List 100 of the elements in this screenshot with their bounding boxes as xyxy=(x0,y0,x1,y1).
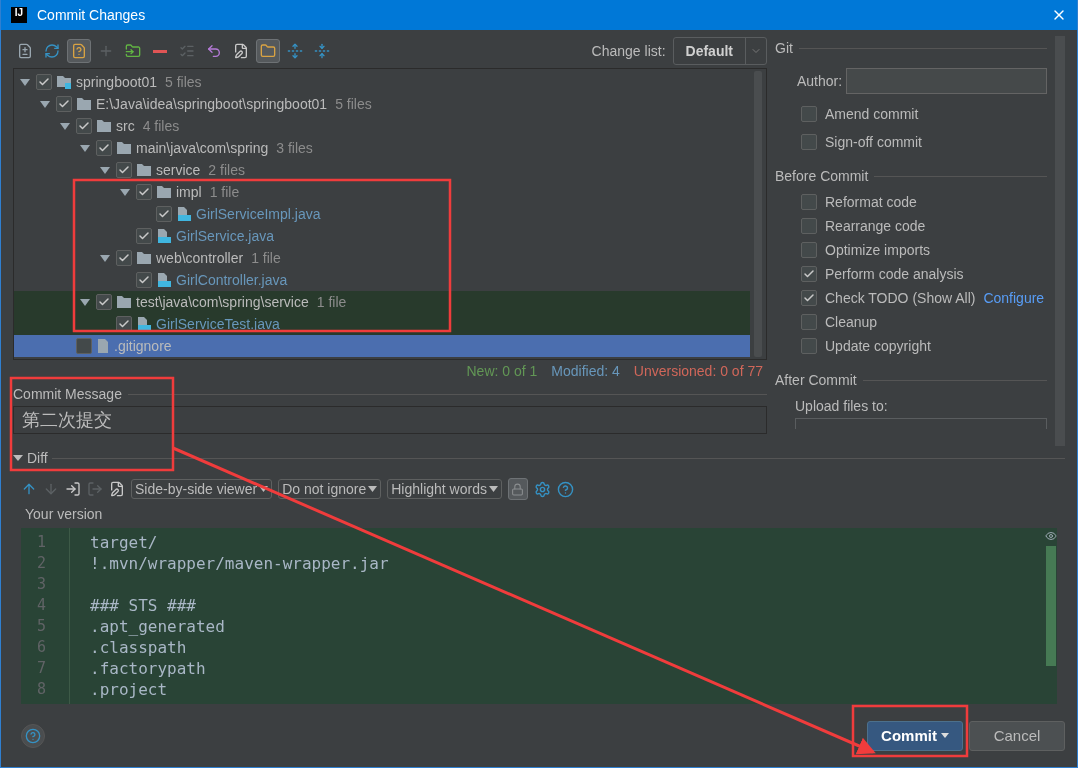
check-icon xyxy=(118,318,130,330)
checkbox[interactable] xyxy=(801,290,817,306)
folder-name: service xyxy=(156,162,201,178)
tree-row[interactable]: GirlService.java xyxy=(14,225,750,247)
folder-name: impl xyxy=(176,184,202,200)
tree-row[interactable]: GirlServiceTest.java xyxy=(14,313,750,335)
eye-icon[interactable] xyxy=(1045,530,1057,542)
expanded-arrow-icon[interactable] xyxy=(20,77,30,87)
caret-icon xyxy=(259,486,269,492)
author-field[interactable] xyxy=(846,68,1047,94)
checkbox[interactable] xyxy=(56,96,72,112)
scrollbar[interactable] xyxy=(1046,546,1056,666)
tree-row[interactable]: service 2 files xyxy=(14,159,750,181)
checkbox[interactable] xyxy=(96,294,112,310)
version-label: Your version xyxy=(24,506,104,524)
expanded-arrow-icon[interactable] xyxy=(40,99,50,109)
configure-link[interactable]: Configure xyxy=(983,290,1045,306)
checkbox[interactable] xyxy=(801,134,817,150)
check-icon xyxy=(58,98,70,110)
tree-row[interactable]: src 4 files xyxy=(14,115,750,137)
help-button[interactable] xyxy=(21,723,45,748)
folder-icon xyxy=(136,163,152,177)
expanded-arrow-icon[interactable] xyxy=(60,121,70,131)
folder-name: main\java\com\spring xyxy=(136,140,269,156)
checkbox[interactable] xyxy=(136,228,152,244)
checkbox[interactable] xyxy=(136,184,152,200)
change-list-dropdown[interactable]: Default xyxy=(672,37,767,65)
expanded-arrow-icon[interactable] xyxy=(80,143,90,153)
tree-row[interactable]: E:\Java\idea\springboot\springboot01 5 files xyxy=(14,93,750,115)
checkbox[interactable] xyxy=(156,206,172,222)
diff-option-dropdown[interactable]: Side-by-side viewer xyxy=(131,479,273,499)
change-count: New: 0 of 1 xyxy=(466,363,538,379)
question-file-icon xyxy=(71,43,87,59)
cancel-button[interactable]: Cancel xyxy=(969,720,1065,751)
tree-row[interactable]: GirlController.java xyxy=(14,269,750,291)
lock-icon xyxy=(511,482,525,496)
check-icon xyxy=(138,186,150,198)
checkbox[interactable] xyxy=(116,162,132,178)
folder-name: springboot01 xyxy=(76,74,157,90)
checkbox[interactable] xyxy=(801,338,817,354)
diff-option-dropdown[interactable]: Highlight words xyxy=(387,479,502,499)
caret-icon xyxy=(368,486,378,492)
expanded-arrow-icon[interactable] xyxy=(13,453,23,463)
tree-row[interactable]: impl 1 file xyxy=(14,181,750,203)
check-icon xyxy=(98,296,110,308)
checkbox[interactable] xyxy=(76,118,92,134)
java-file-icon xyxy=(156,228,172,244)
checkbox[interactable] xyxy=(801,106,817,122)
folder-icon xyxy=(116,141,132,155)
commit-message-field[interactable]: 第二次提交 xyxy=(13,406,767,434)
checkbox[interactable] xyxy=(36,74,52,90)
expanded-arrow-icon[interactable] xyxy=(80,297,90,307)
help-icon[interactable] xyxy=(556,480,574,498)
checkbox[interactable] xyxy=(801,242,817,258)
jump-icon[interactable] xyxy=(65,481,81,497)
toolbar-button[interactable] xyxy=(256,39,280,63)
expanded-arrow-icon[interactable] xyxy=(120,187,130,197)
diff-option-dropdown[interactable]: Do not ignore xyxy=(278,479,382,499)
folder-name: test\java\com\spring\service xyxy=(136,294,309,310)
settings-icon[interactable] xyxy=(533,480,551,498)
expanded-arrow-icon[interactable] xyxy=(100,253,110,263)
commit-button[interactable]: Commit xyxy=(867,720,963,751)
checkbox[interactable] xyxy=(801,194,817,210)
tree-row[interactable]: test\java\com\spring\service 1 file xyxy=(14,291,750,313)
plus-icon xyxy=(98,43,114,59)
tree-row[interactable]: main\java\com\spring 3 files xyxy=(14,137,750,159)
option-label: Check TODO (Show All) xyxy=(825,290,976,306)
option-label: Rearrange code xyxy=(825,218,926,234)
checkbox[interactable] xyxy=(96,140,112,156)
check-icon xyxy=(98,142,110,154)
checkbox[interactable] xyxy=(76,338,92,354)
checkbox[interactable] xyxy=(116,250,132,266)
folder-name: src xyxy=(116,118,135,134)
option-label: Sign-off commit xyxy=(825,134,922,150)
change-count: Unversioned: 0 of 77 xyxy=(633,363,763,379)
checkbox[interactable] xyxy=(801,218,817,234)
expanded-arrow-icon[interactable] xyxy=(100,165,110,175)
code-line: ### STS ### xyxy=(90,595,197,616)
checkbox[interactable] xyxy=(136,272,152,288)
checklist-icon xyxy=(179,43,195,59)
lock-button[interactable] xyxy=(507,478,528,500)
folder-name: E:\Java\idea\springboot\springboot01 xyxy=(96,96,328,112)
change-count: Modified: 4 xyxy=(551,363,620,379)
module-icon xyxy=(56,74,72,90)
code-line: .classpath xyxy=(90,637,188,658)
file-name: GirlServiceImpl.java xyxy=(196,206,321,222)
tree-row[interactable]: web\controller 1 file xyxy=(14,247,750,269)
checkbox[interactable] xyxy=(801,314,817,330)
check-icon xyxy=(38,76,50,88)
checkbox[interactable] xyxy=(801,266,817,282)
edit-file-icon[interactable] xyxy=(109,481,125,497)
check-icon xyxy=(78,120,90,132)
toolbar-button[interactable] xyxy=(67,39,91,63)
arrow-up-icon[interactable] xyxy=(21,481,37,497)
tree-row[interactable]: springboot01 5 files xyxy=(14,71,750,93)
code-line: .factorypath xyxy=(90,658,207,679)
option-label: Reformat code xyxy=(825,194,917,210)
check-icon xyxy=(803,268,815,280)
tree-row[interactable]: GirlServiceImpl.java xyxy=(14,203,750,225)
section-title: Git xyxy=(775,40,793,56)
